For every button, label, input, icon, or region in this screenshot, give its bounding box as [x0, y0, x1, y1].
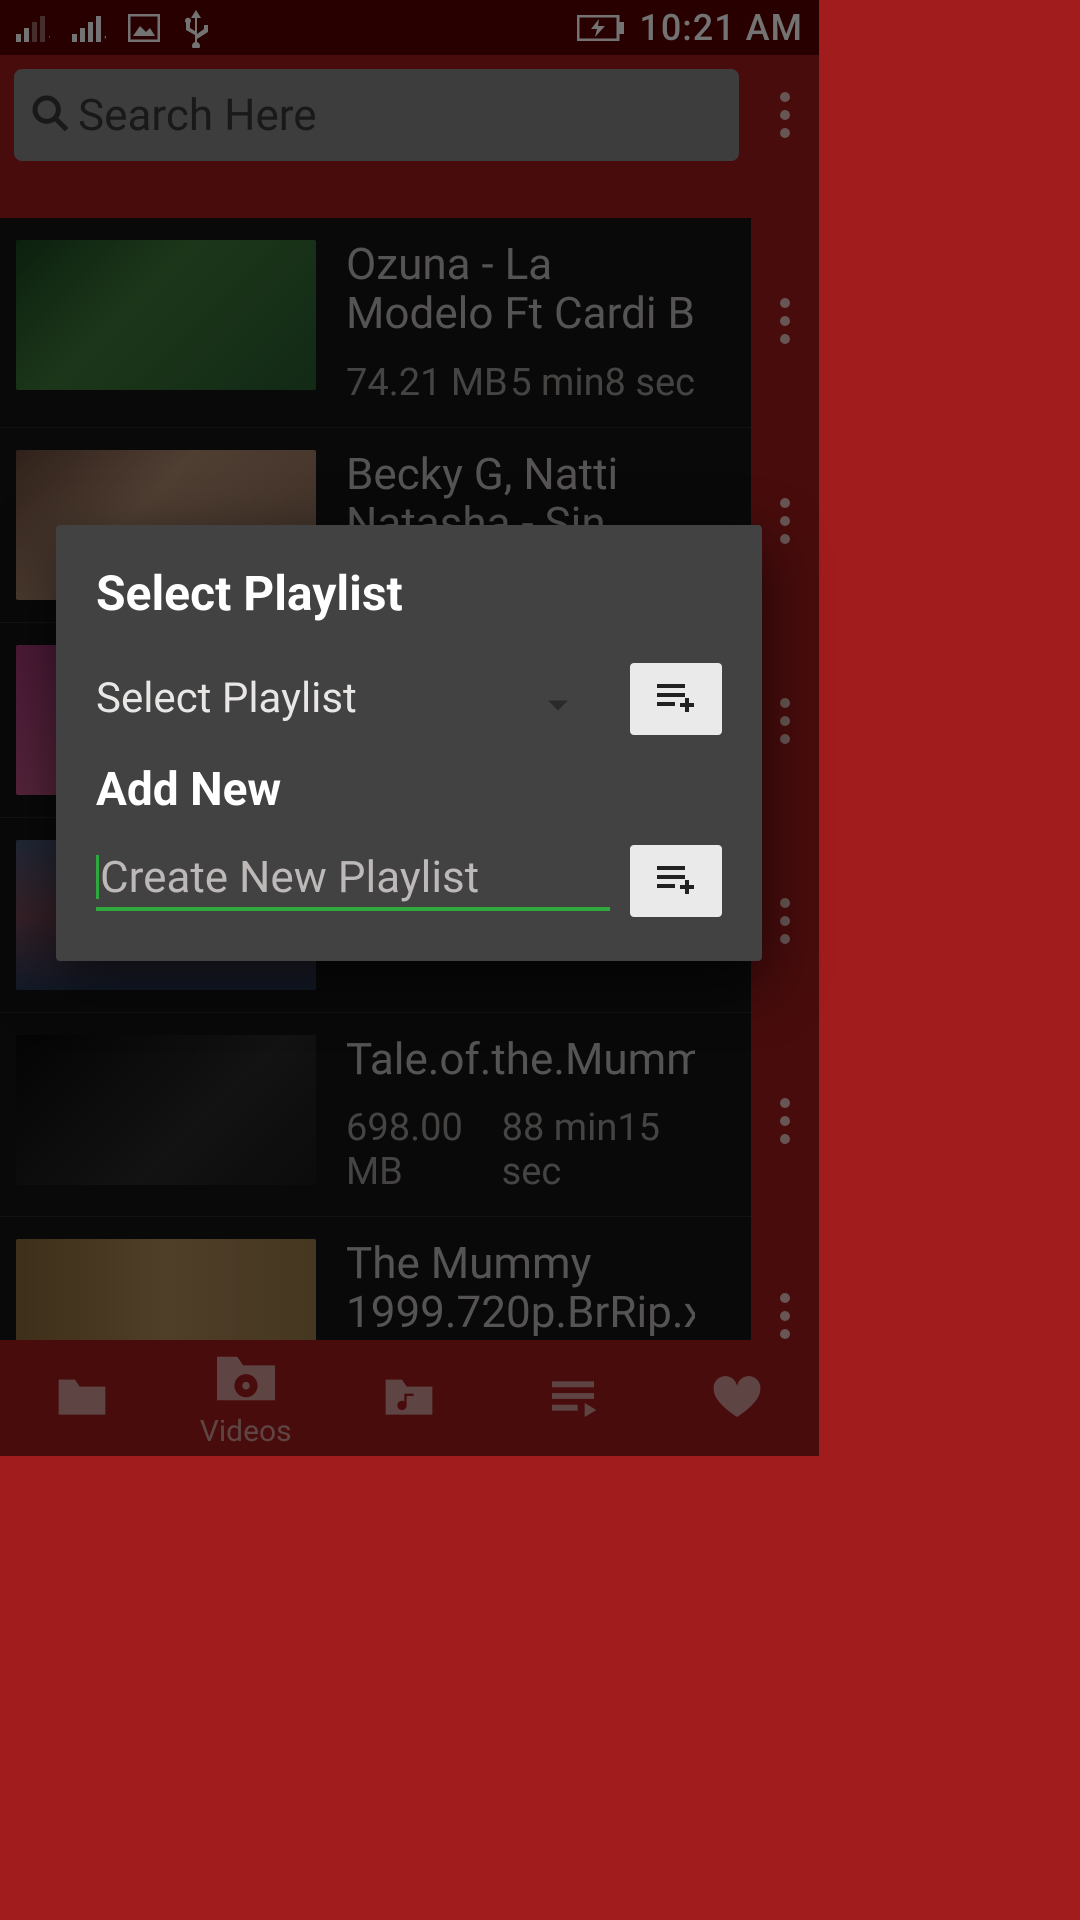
- dialog-title: Select Playlist: [56, 565, 762, 652]
- create-playlist-button[interactable]: [630, 845, 722, 917]
- add-to-playlist-button[interactable]: [630, 663, 722, 735]
- text-cursor: [96, 855, 99, 899]
- playlist-add-icon: [653, 862, 699, 900]
- select-playlist-dialog: Select Playlist Select Playlist Add New …: [56, 525, 762, 961]
- input-placeholder: Create New Playlist: [96, 851, 610, 903]
- playlist-dropdown[interactable]: Select Playlist: [96, 662, 610, 735]
- chevron-down-icon: [546, 674, 570, 723]
- dropdown-label: Select Playlist: [96, 674, 357, 723]
- new-playlist-input[interactable]: Create New Playlist: [96, 851, 610, 911]
- playlist-add-icon: [653, 680, 699, 718]
- add-new-label: Add New: [56, 735, 762, 835]
